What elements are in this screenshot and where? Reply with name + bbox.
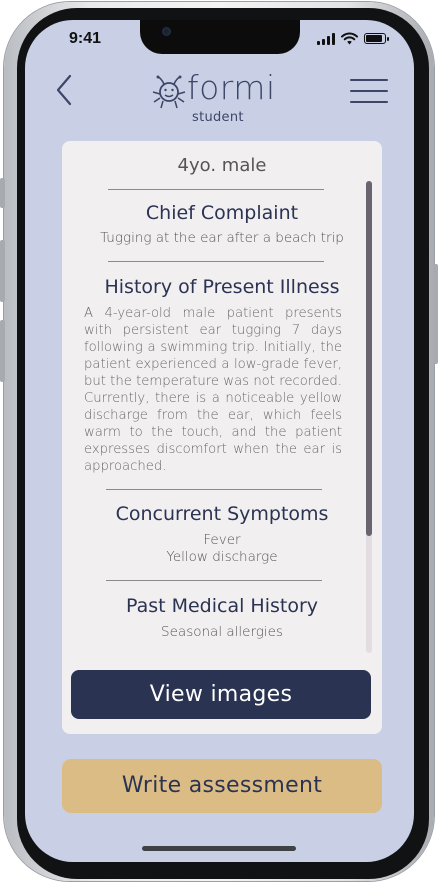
formi-logo: formi student [149, 68, 289, 128]
patient-descriptor: 4yo. male [177, 155, 267, 176]
divider [108, 261, 324, 262]
status-time: 9:41 [69, 30, 102, 47]
logo-wordmark: formi [187, 68, 276, 107]
volume-up-button [0, 240, 5, 302]
view-images-button[interactable]: View images [71, 670, 371, 719]
hpi-text: A 4-year-old male patient presents with … [84, 306, 342, 474]
symptom-item: Fever [203, 532, 241, 548]
wifi-icon [341, 32, 358, 45]
scrollbar-thumb[interactable] [366, 181, 372, 536]
section-heading-hpi: History of Present Illness [104, 276, 340, 298]
case-card: 4yo. male Chief Complaint Tugging at the… [62, 141, 382, 734]
case-details-scroll[interactable]: 4yo. male Chief Complaint Tugging at the… [78, 141, 366, 661]
notch [140, 20, 300, 54]
past-medical-history-text: Seasonal allergies [161, 624, 283, 640]
chief-complaint-text: Tugging at the ear after a beach trip [100, 230, 344, 246]
mascot-icon [152, 75, 186, 109]
divider [106, 580, 322, 581]
logo-subtitle: student [192, 110, 244, 125]
divider [106, 489, 322, 490]
write-assessment-button[interactable]: Write assessment [62, 759, 382, 813]
back-button[interactable] [50, 70, 80, 110]
section-heading-past-medical-history: Past Medical History [125, 595, 319, 617]
status-icons [317, 32, 389, 45]
front-camera [162, 27, 171, 36]
app-screen: 9:41 formi student 4yo. male Chief Compl… [25, 20, 414, 862]
scrollbar[interactable] [366, 181, 372, 653]
section-heading-chief-complaint: Chief Complaint [145, 202, 299, 224]
divider [108, 189, 324, 190]
cellular-signal-icon [317, 32, 335, 45]
battery-icon [364, 33, 389, 44]
power-button [433, 264, 438, 364]
menu-button[interactable] [350, 77, 388, 105]
chevron-left-icon [56, 74, 72, 106]
section-heading-concurrent-symptoms: Concurrent Symptoms [115, 503, 329, 525]
app-header: formi student [25, 60, 414, 130]
volume-down-button [0, 320, 5, 382]
home-indicator[interactable] [142, 846, 296, 851]
mute-switch [0, 178, 5, 208]
symptom-item: Yellow discharge [166, 549, 278, 565]
